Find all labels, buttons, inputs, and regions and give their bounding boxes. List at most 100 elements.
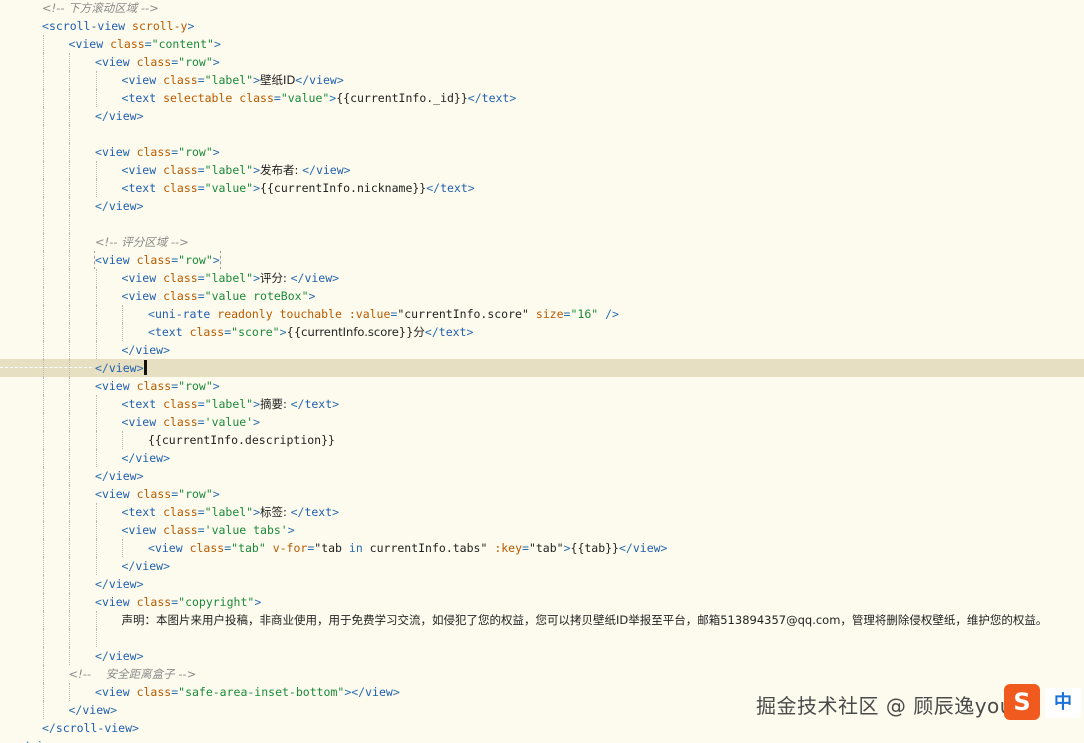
code-line[interactable]: </scroll-view> — [0, 719, 1084, 737]
code-tag-name: view — [101, 379, 130, 393]
code-line[interactable]: 声明：本图片来用户投稿，非商业使用，用于免费学习交流，如侵犯了您的权益，您可以拷… — [0, 611, 1084, 629]
code-line[interactable]: </view> — [0, 737, 1084, 743]
code-content[interactable]: <view class="copyright"> — [95, 593, 261, 611]
code-line[interactable]: <text class="score">{{currentInfo.score}… — [0, 323, 1084, 341]
code-line[interactable]: </view> — [0, 557, 1084, 575]
code-content[interactable]: <view class="value roteBox"> — [122, 287, 316, 305]
code-string: 'value tabs' — [204, 523, 288, 537]
code-content[interactable]: <view class="safe-area-inset-bottom"></v… — [95, 683, 400, 701]
code-content[interactable]: <view class="label">发布者: </view> — [122, 161, 351, 179]
code-content[interactable]: </view> — [122, 341, 171, 359]
code-punctuation: </ — [426, 181, 441, 195]
code-content[interactable]: </view> — [95, 107, 144, 125]
code-punctuation: < — [148, 325, 155, 339]
code-content[interactable]: </view> — [95, 197, 144, 215]
code-content[interactable]: <uni-rate readonly touchable :value="cur… — [148, 305, 619, 323]
code-content[interactable]: </view> — [16, 737, 65, 743]
code-content[interactable]: <text class="score">{{currentInfo.score}… — [148, 323, 473, 341]
indent-guide — [42, 701, 44, 719]
code-content[interactable]: <view class="row"> — [95, 143, 220, 161]
code-content[interactable]: <view class='value tabs'> — [122, 521, 295, 539]
code-line[interactable]: <view class="tab" v-for="tab in currentI… — [0, 539, 1084, 557]
code-content[interactable]: <view class="row"> — [95, 485, 220, 503]
code-line[interactable]: <text selectable class="value">{{current… — [0, 89, 1084, 107]
code-tag-name: view — [101, 487, 130, 501]
code-punctuation: > — [253, 271, 261, 285]
code-line[interactable]: <uni-rate readonly touchable :value="cur… — [0, 305, 1084, 323]
code-punctuation: < — [95, 55, 102, 69]
code-content[interactable]: <!-- 下方滚动区域 --> — [42, 0, 159, 17]
code-line[interactable]: </view> — [0, 359, 1084, 377]
code-content[interactable]: {{currentInfo.description}} — [148, 431, 335, 449]
code-content[interactable]: </view> — [95, 575, 144, 593]
code-line[interactable]: <view class="content"> — [0, 35, 1084, 53]
code-content[interactable]: </view> — [122, 449, 171, 467]
code-content[interactable]: <text class="value">{{currentInfo.nickna… — [122, 179, 475, 197]
indent-guide — [42, 395, 44, 413]
ime-mode-indicator[interactable]: 中 — [1045, 688, 1081, 718]
code-line[interactable]: </view> — [0, 647, 1084, 665]
code-line[interactable]: <view class="row"> — [0, 251, 1084, 269]
code-line[interactable]: <view class="label">壁纸ID</view> — [0, 71, 1084, 89]
code-content[interactable]: <!-- 评分区域 --> — [95, 233, 189, 251]
code-content[interactable]: <text selectable class="value">{{current… — [122, 89, 517, 107]
code-content[interactable]: </view> — [122, 557, 171, 575]
code-line[interactable]: <view class='value tabs'> — [0, 521, 1084, 539]
code-line[interactable]: <view class="row"> — [0, 143, 1084, 161]
code-line[interactable]: <view class="row"> — [0, 53, 1084, 71]
code-line[interactable]: <view class="label">评分: </view> — [0, 269, 1084, 287]
code-line[interactable]: <view class="label">发布者: </view> — [0, 161, 1084, 179]
code-line[interactable]: <view class="value roteBox"> — [0, 287, 1084, 305]
code-line[interactable]: </view> — [0, 449, 1084, 467]
code-content[interactable]: 声明：本图片来用户投稿，非商业使用，用于免费学习交流，如侵犯了您的权益，您可以拷… — [122, 611, 1048, 629]
code-line[interactable]: <view class="row"> — [0, 377, 1084, 395]
code-line[interactable]: </view> — [0, 467, 1084, 485]
code-line[interactable]: <!-- 下方滚动区域 --> — [0, 0, 1084, 17]
code-attribute: class — [163, 397, 198, 411]
code-line[interactable]: </view> — [0, 575, 1084, 593]
code-tag-name: view — [128, 73, 157, 87]
code-line[interactable]: {{currentInfo.description}} — [0, 431, 1084, 449]
indent-guide — [69, 449, 70, 467]
indent-guide — [122, 539, 123, 557]
code-line[interactable]: <scroll-view scroll-y> — [0, 17, 1084, 35]
code-content[interactable]: </scroll-view> — [42, 719, 139, 737]
code-line[interactable]: </view> — [0, 341, 1084, 359]
code-text: currentInfo.tabs" — [362, 541, 488, 555]
code-line[interactable]: <text class="label">摘要: </text> — [0, 395, 1084, 413]
matched-bracket-tag[interactable]: <view class="row"> — [94, 251, 221, 269]
code-content[interactable]: <view class="row"> — [95, 377, 220, 395]
code-content[interactable]: </view> — [95, 467, 144, 485]
code-content[interactable]: <!-- 安全距离盒子 --> — [69, 665, 197, 683]
code-line[interactable] — [0, 215, 1084, 233]
code-line[interactable]: <view class='value'> — [0, 413, 1084, 431]
code-content[interactable]: </view> — [95, 647, 144, 665]
indent-guide — [95, 395, 97, 413]
code-line[interactable] — [0, 125, 1084, 143]
code-content[interactable]: <view class="content"> — [69, 35, 221, 53]
code-content[interactable]: </view> — [69, 701, 118, 719]
code-line[interactable]: </view> — [0, 197, 1084, 215]
code-line[interactable]: <text class="value">{{currentInfo.nickna… — [0, 179, 1084, 197]
code-line[interactable]: </view> — [0, 107, 1084, 125]
code-content[interactable]: <view class="tab" v-for="tab in currentI… — [148, 539, 667, 557]
code-content[interactable]: <view class="label">评分: </view> — [122, 269, 340, 287]
code-line[interactable] — [0, 629, 1084, 647]
code-punctuation: < — [42, 19, 49, 33]
code-content[interactable]: <view class="label">壁纸ID</view> — [122, 71, 344, 89]
code-line[interactable]: <view class="copyright"> — [0, 593, 1084, 611]
code-line[interactable]: <!-- 安全距离盒子 --> — [0, 665, 1084, 683]
code-content[interactable]: <view class='value'> — [122, 413, 261, 431]
code-string: "label" — [204, 397, 254, 411]
code-content[interactable]: <view class="row"> — [95, 53, 220, 71]
code-content[interactable]: <text class="label">标签: </text> — [122, 503, 340, 521]
code-content[interactable]: </view> — [95, 359, 147, 377]
code-content[interactable]: <scroll-view scroll-y> — [42, 17, 194, 35]
code-editor[interactable]: <!-- 下方滚动区域 --> <scroll-view scroll-y> <vi… — [0, 0, 1084, 743]
code-line[interactable]: <view class="row"> — [0, 485, 1084, 503]
code-content[interactable]: <text class="label">摘要: </text> — [122, 395, 340, 413]
sogou-ime-icon[interactable]: S — [1004, 684, 1040, 720]
indent-guide — [42, 35, 44, 53]
code-line[interactable]: <text class="label">标签: </text> — [0, 503, 1084, 521]
code-line[interactable]: <!-- 评分区域 --> — [0, 233, 1084, 251]
